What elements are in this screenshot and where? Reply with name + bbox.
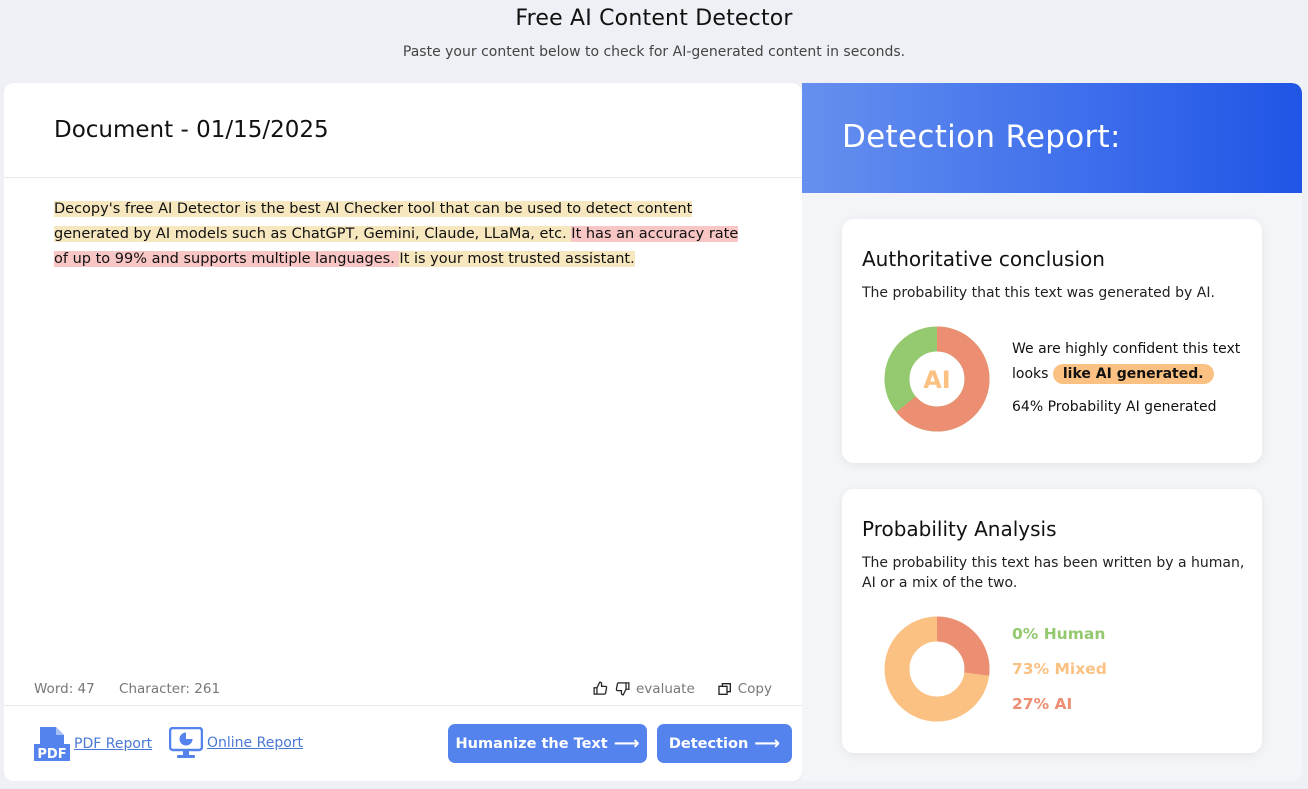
divider (4, 177, 802, 178)
probability-text: 64% Probability AI generated (1012, 399, 1217, 415)
donut-center-label: AI (923, 366, 951, 394)
arrow-right-icon: ⟶ (613, 733, 640, 754)
divider (4, 705, 802, 706)
analysis-card: Probability Analysis The probability thi… (842, 489, 1262, 753)
arrow-right-icon: ⟶ (754, 733, 781, 754)
humanize-label: Humanize the Text (455, 735, 608, 752)
copy-label: Copy (737, 680, 772, 697)
word-count: Word: 47 (34, 681, 95, 697)
evaluate-label: evaluate (636, 680, 695, 697)
conclusion-card: Authoritative conclusion The probability… (842, 219, 1262, 463)
document-title: Document - 01/15/2025 (54, 117, 329, 143)
document-text[interactable]: Decopy's free AI Detector is the best AI… (54, 197, 754, 272)
monitor-chart-icon (169, 727, 203, 758)
online-report-link[interactable]: Online Report (169, 727, 303, 759)
page-subtitle: Paste your content below to check for AI… (402, 44, 906, 60)
report-title: Detection Report: (842, 119, 1121, 155)
text-segment-ai: It is your most trusted assistant. (399, 251, 635, 267)
text-stats: Word: 47 Character: 261 (34, 681, 240, 697)
report-banner: Detection Report: (802, 83, 1302, 193)
analysis-description: The probability this text has been writt… (862, 555, 1245, 591)
page-title: Free AI Content Detector (515, 6, 793, 31)
probability-donut-chart (884, 616, 990, 722)
conclusion-description: The probability that this text was gener… (862, 285, 1215, 301)
pdf-file-icon: PDF (34, 727, 70, 761)
text-tools: evaluate Copy (570, 680, 772, 697)
detection-label: Detection (668, 735, 749, 752)
online-report-label: Online Report (207, 735, 304, 751)
ai-generated-badge: like AI generated. (1052, 364, 1214, 384)
humanize-text-button[interactable]: Humanize the Text ⟶ (448, 724, 647, 763)
pdf-report-link[interactable]: PDF PDF Report (34, 727, 152, 761)
pdf-report-label: PDF Report (74, 736, 153, 752)
human-legend: 0% Human (1012, 625, 1106, 643)
ai-legend: 27% AI (1012, 695, 1073, 713)
ai-donut-chart: AI (884, 326, 990, 432)
mixed-legend: 73% Mixed (1012, 660, 1107, 678)
svg-text:PDF: PDF (37, 747, 66, 761)
report-panel: Detection Report: Authoritative conclusi… (802, 83, 1302, 781)
character-count: Character: 261 (119, 681, 221, 697)
copy-button[interactable]: Copy (717, 681, 772, 697)
copy-icon (718, 682, 731, 695)
conclusion-title: Authoritative conclusion (862, 247, 1105, 271)
thumbs-up-icon[interactable] (592, 680, 609, 697)
thumbs-down-icon[interactable] (614, 680, 631, 697)
evaluate-button[interactable]: evaluate (592, 680, 695, 697)
document-panel: Document - 01/15/2025 Decopy's free AI D… (4, 83, 802, 781)
analysis-title: Probability Analysis (862, 517, 1057, 541)
detection-button[interactable]: Detection ⟶ (657, 724, 792, 763)
confidence-text: We are highly confident this text looks … (1012, 337, 1252, 387)
